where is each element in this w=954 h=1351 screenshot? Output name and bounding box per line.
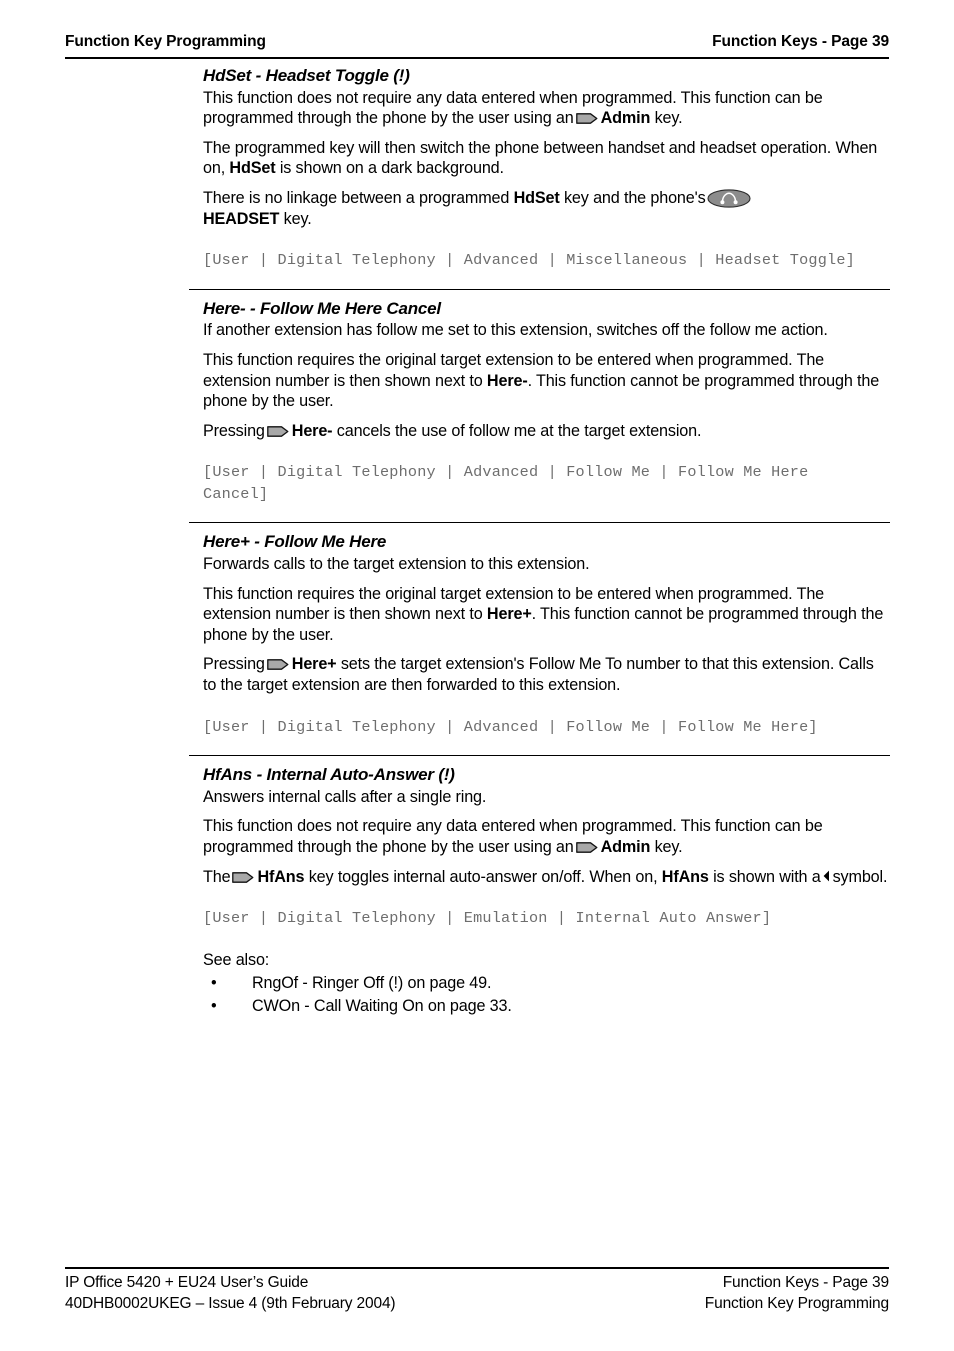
section-title-hdset: HdSet - Headset Toggle (!): [203, 66, 410, 85]
hdset-p1-text-a: This function does not require any data …: [203, 88, 823, 128]
section-title-hfans: HfAns - Internal Auto-Answer (!): [203, 765, 455, 785]
page-header: Function Key Programming Function Keys -…: [65, 33, 889, 51]
headset-button-icon: [706, 189, 751, 208]
hfans-p3-text-d: symbol.: [832, 867, 888, 886]
bullet-glyph: •: [211, 973, 217, 992]
here-plus-paragraph-3: Pressing Here+ sets the target extension'…: [203, 654, 890, 695]
footer-right: Function Keys - Page 39 Function Key Pro…: [705, 1273, 889, 1315]
here-minus-paragraph-1: If another extension has follow me set t…: [203, 321, 828, 340]
hdset-p3-text-b: key and the phone's: [563, 188, 706, 207]
hfans-menu-path: [User | Digital Telephony | Emulation | …: [203, 909, 772, 928]
phone-key-icon: [266, 659, 289, 671]
list-item: • CWOn - Call Waiting On on page 33.: [203, 995, 890, 1018]
phone-key-icon: [266, 425, 289, 437]
footer-page-label: Function Keys - Page 39: [722, 1274, 889, 1291]
hfans-p3-text-a: The: [203, 867, 231, 886]
section-divider-hfans: [189, 755, 890, 757]
here-minus-paragraph-3: Pressing Here- cancels the use of follow …: [203, 421, 890, 442]
header-divider: [65, 57, 889, 59]
hfans-p2-admin-bold: Admin: [600, 837, 651, 856]
hdset-p3-bold-1: HdSet: [513, 188, 560, 207]
footer-left: IP Office 5420 + EU24 User’s Guide 40DHB…: [65, 1273, 396, 1315]
see-also-list: • RngOf - Ringer Off (!) on page 49. • C…: [203, 972, 890, 1018]
hdset-p1-admin-bold: Admin: [600, 109, 651, 128]
hfans-paragraph-1: Answers internal calls after a single ri…: [203, 787, 487, 806]
here-plus-paragraph-2: This function requires the original targ…: [203, 584, 890, 646]
hfans-p2-text-b: key.: [654, 837, 683, 856]
footer-chapter-label: Function Key Programming: [704, 1294, 889, 1312]
phone-key-icon: [575, 113, 598, 125]
left-triangle-icon: [823, 870, 830, 882]
hfans-p3-text-c: is shown with a: [713, 867, 821, 886]
here-minus-menu-path: [User | Digital Telephony | Advanced | F…: [203, 463, 809, 503]
document-page: Function Key Programming Function Keys -…: [0, 0, 954, 1351]
phone-key-icon: [575, 842, 598, 853]
page-footer: IP Office 5420 + EU24 User’s Guide 40DHB…: [65, 1273, 889, 1315]
hfans-p2-text-a: This function does not require any data …: [203, 817, 823, 856]
hdset-p2-text-b: is shown on a dark background.: [279, 159, 504, 178]
here-minus-p3-text-a: Pressing: [203, 421, 265, 440]
here-minus-p3-text-b: cancels the use of follow me at the targ…: [336, 421, 702, 440]
bullet-glyph: •: [211, 996, 217, 1015]
phone-key-icon: [232, 871, 254, 883]
footer-guide-title: IP Office 5420 + EU24 User’s Guide: [65, 1274, 309, 1291]
see-also-link-cwon[interactable]: CWOn - Call Waiting On on page 33.: [252, 997, 512, 1015]
header-left-text: Function Key Programming: [65, 33, 266, 50]
hdset-p2-bold: HdSet: [229, 159, 276, 178]
section-hdset: HdSet - Headset Toggle (!) This function…: [203, 66, 890, 272]
section-hfans: HfAns - Internal Auto-Answer (!) Answers…: [189, 755, 890, 1018]
list-item: • RngOf - Ringer Off (!) on page 49.: [203, 972, 890, 995]
hdset-paragraph-1: This function does not require any data …: [203, 88, 890, 129]
header-right-text: Function Keys - Page 39: [712, 33, 889, 50]
page-content: HdSet - Headset Toggle (!) This function…: [189, 66, 890, 1018]
see-also-link-rngof[interactable]: RngOf - Ringer Off (!) on page 49.: [252, 974, 491, 992]
hdset-paragraph-2: The programmed key will then switch the …: [203, 138, 890, 179]
hfans-paragraph-3: The HfAns key toggles internal auto-answe…: [203, 867, 890, 888]
here-plus-paragraph-1: Forwards calls to the target extension t…: [203, 555, 590, 574]
section-divider-here-plus: [189, 522, 890, 524]
footer-issue-info: 40DHB0002UKEG – Issue 4 (9th February 20…: [65, 1294, 396, 1312]
hdset-p1-text-b: key.: [654, 109, 683, 128]
hdset-menu-path: [User | Digital Telephony | Advanced | M…: [203, 251, 855, 270]
section-divider-here-minus: [189, 288, 890, 290]
here-plus-p3-bold: Here+: [291, 655, 337, 674]
hfans-paragraph-2: This function does not require any data …: [203, 816, 890, 857]
section-here-minus: Here- - Follow Me Here Cancel If another…: [189, 288, 890, 506]
hfans-p3-bold-1: HfAns: [257, 867, 305, 886]
see-also-heading: See also:: [203, 950, 270, 969]
hdset-p3-text-a: There is no linkage between a programmed: [203, 188, 510, 207]
here-minus-p3-bold: Here-: [291, 421, 333, 440]
hdset-paragraph-3: There is no linkage between a programmed…: [203, 188, 890, 229]
section-title-here-minus: Here- - Follow Me Here Cancel: [203, 298, 441, 318]
section-title-here-plus: Here+ - Follow Me Here: [203, 532, 387, 552]
here-plus-p3-text-a: Pressing: [203, 655, 265, 674]
section-here-plus: Here+ - Follow Me Here Forwards calls to…: [189, 522, 890, 738]
here-plus-p2-bold: Here+: [486, 605, 532, 624]
hfans-p3-text-b: key toggles internal auto-answer on/off.…: [308, 867, 658, 886]
footer-divider: [65, 1267, 889, 1269]
here-minus-paragraph-2: This function requires the original targ…: [203, 350, 890, 412]
here-minus-p2-bold: Here-: [486, 371, 528, 390]
hdset-p3-bold-2: HEADSET: [203, 209, 280, 228]
hdset-p3-text-c: key.: [283, 209, 312, 228]
here-plus-menu-path: [User | Digital Telephony | Advanced | F…: [203, 717, 818, 736]
hfans-p3-bold-2: HfAns: [661, 867, 709, 886]
